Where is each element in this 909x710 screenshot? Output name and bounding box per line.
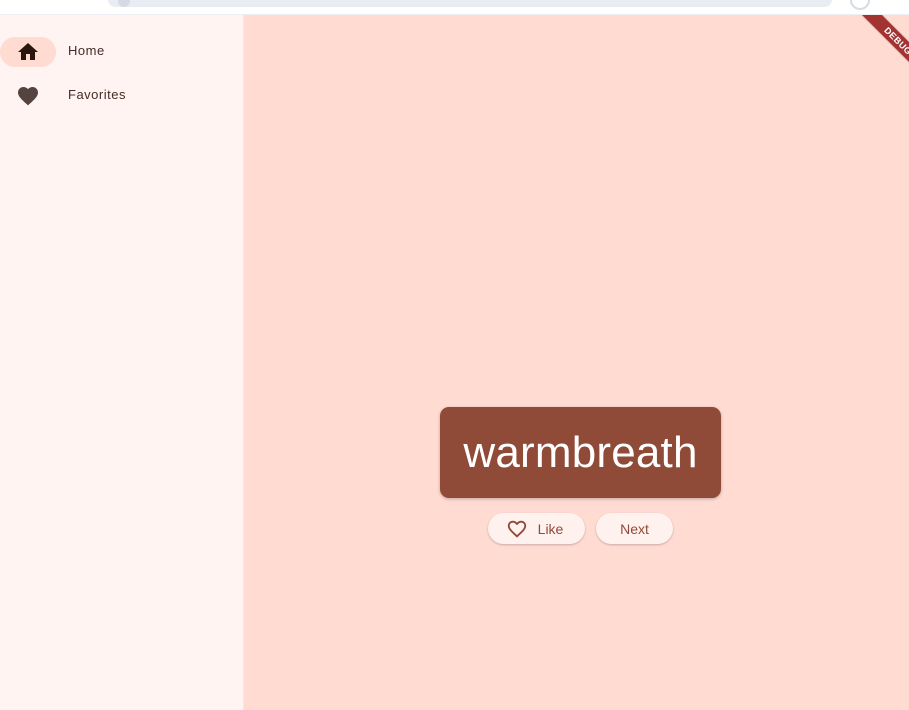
like-button[interactable]: Like xyxy=(488,513,585,544)
nav-item-home[interactable]: Home xyxy=(0,30,243,70)
next-button-label: Next xyxy=(620,520,649,537)
browser-top-bar xyxy=(0,0,909,15)
heart-outline-icon xyxy=(507,520,526,538)
nav-item-label: Favorites xyxy=(68,87,126,102)
navigation-rail: Home Favorites xyxy=(0,15,243,710)
generator-page xyxy=(244,15,909,710)
next-button[interactable]: Next xyxy=(596,513,673,544)
like-button-label: Like xyxy=(537,520,564,537)
profile-icon[interactable] xyxy=(850,0,870,10)
nav-item-favorites[interactable]: Favorites xyxy=(0,74,243,114)
address-bar[interactable] xyxy=(108,0,832,7)
nav-item-label: Home xyxy=(68,43,105,58)
site-info-icon[interactable] xyxy=(118,0,130,7)
word-pair-card: warmbreath xyxy=(440,407,721,498)
home-icon xyxy=(18,43,38,60)
word-pair-text: warmbreath xyxy=(463,427,698,477)
heart-icon xyxy=(18,87,38,106)
